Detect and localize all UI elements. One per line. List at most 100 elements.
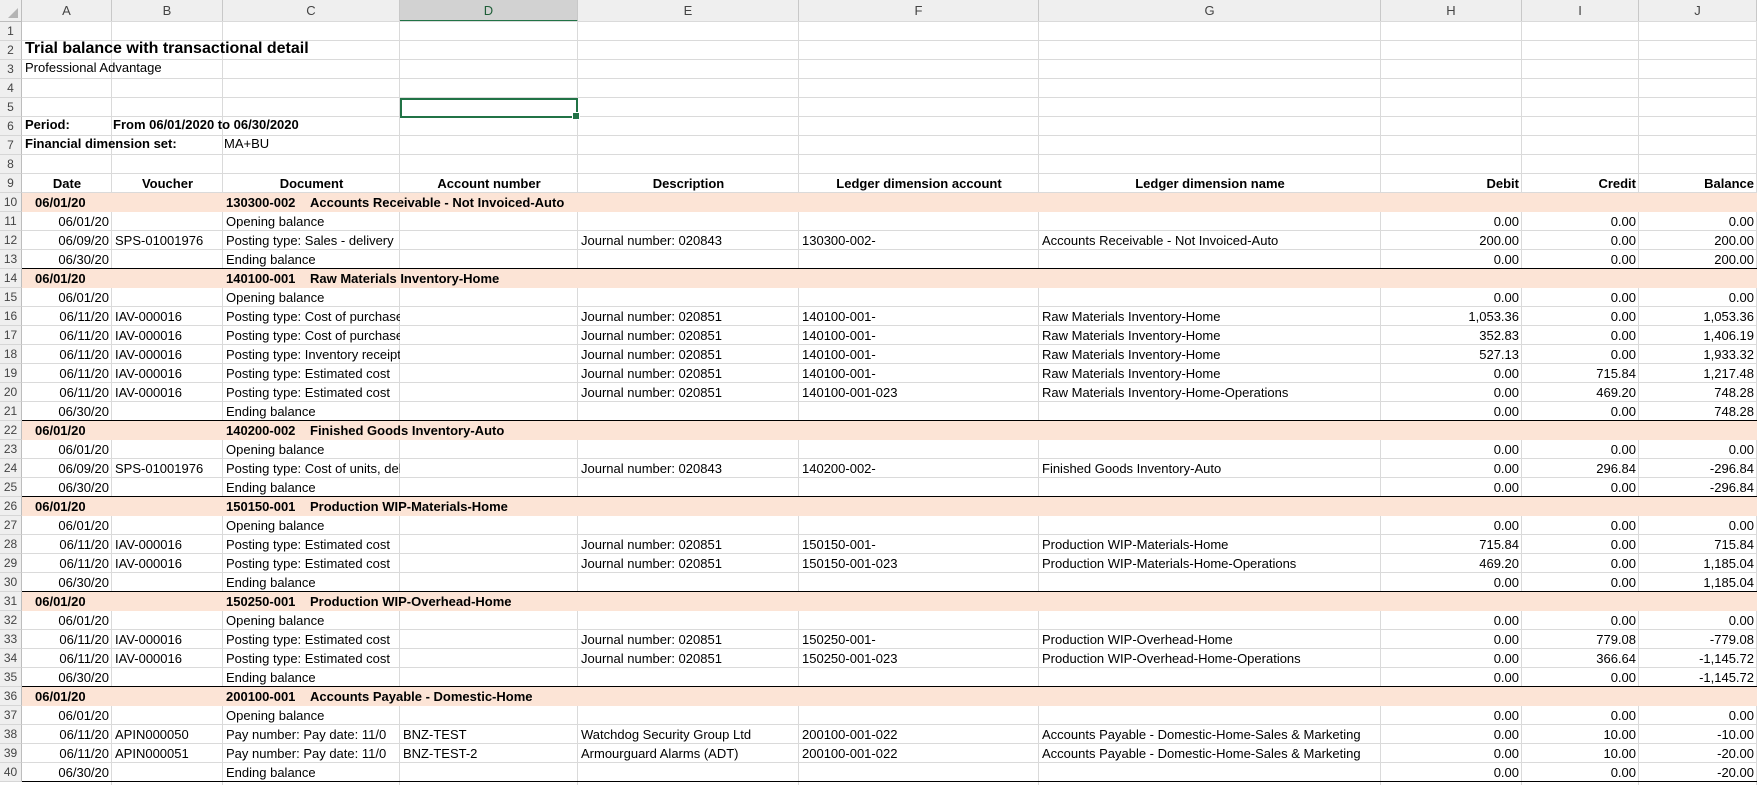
cell-date[interactable]: 06/11/20 [22, 345, 112, 364]
cell-debit[interactable]: 0.00 [1381, 440, 1522, 459]
cell-ledger-name[interactable]: Finished Goods Inventory-Auto [1039, 459, 1381, 478]
cell-date[interactable]: 06/11/20 [22, 744, 112, 763]
cell-date[interactable]: 06/01/20 [22, 516, 112, 535]
cell-ledger-name[interactable]: Accounts Payable - Domestic-Home-Sales &… [1039, 744, 1381, 763]
row-header-30[interactable]: 30 [0, 573, 22, 592]
group-date[interactable]: 06/01/20 [32, 592, 89, 611]
column-title-ledger-dimension-name[interactable]: Ledger dimension name [1039, 174, 1381, 193]
row-header-20[interactable]: 20 [0, 383, 22, 402]
group-account[interactable]: 140200-002 [223, 421, 298, 440]
cell-debit[interactable]: 0.00 [1381, 630, 1522, 649]
column-header-e[interactable]: E [578, 0, 799, 22]
cell-balance[interactable]: 748.28 [1639, 402, 1757, 421]
group-account-name[interactable]: Accounts Receivable - Not Invoiced-Auto [307, 193, 567, 212]
cell-voucher[interactable]: IAV-000016 [112, 554, 223, 573]
group-account[interactable]: 150250-001 [223, 592, 298, 611]
cell-balance[interactable]: 1,185.04 [1639, 573, 1757, 592]
row-header-16[interactable]: 16 [0, 307, 22, 326]
cell-credit[interactable]: 715.84 [1522, 364, 1639, 383]
cell-credit[interactable]: 0.00 [1522, 307, 1639, 326]
row-header-10[interactable]: 10 [0, 193, 22, 212]
cell-balance[interactable]: -296.84 [1639, 459, 1757, 478]
cell-ledger-name[interactable]: Production WIP-Materials-Home-Operations [1039, 554, 1381, 573]
row-header-13[interactable]: 13 [0, 250, 22, 269]
column-title-account-number[interactable]: Account number [400, 174, 578, 193]
row-header-24[interactable]: 24 [0, 459, 22, 478]
cell-credit[interactable]: 0.00 [1522, 250, 1639, 269]
cell-credit[interactable]: 0.00 [1522, 402, 1639, 421]
company-name[interactable]: Professional Advantage [22, 58, 165, 77]
cell-ledger-name[interactable]: Raw Materials Inventory-Home [1039, 307, 1381, 326]
cell-description[interactable]: Journal number: 020851 [578, 554, 799, 573]
cell-description[interactable]: Journal number: 020851 [578, 345, 799, 364]
cell-date[interactable]: 06/30/20 [22, 763, 112, 782]
row-header-6[interactable]: 6 [0, 117, 22, 136]
cell-balance[interactable]: -1,145.72 [1639, 668, 1757, 687]
cell-balance[interactable]: 748.28 [1639, 383, 1757, 402]
cell-debit[interactable]: 352.83 [1381, 326, 1522, 345]
group-date[interactable]: 06/01/20 [32, 497, 89, 516]
cell-ledger-account[interactable]: 150150-001- [799, 535, 1039, 554]
cell-document[interactable]: Opening balance [223, 288, 400, 307]
cell-description[interactable]: Journal number: 020851 [578, 364, 799, 383]
cell-date[interactable]: 06/11/20 [22, 326, 112, 345]
cell-balance[interactable]: 0.00 [1639, 288, 1757, 307]
cell-credit[interactable]: 10.00 [1522, 744, 1639, 763]
cell-debit[interactable]: 0.00 [1381, 725, 1522, 744]
cell-debit[interactable]: 0.00 [1381, 611, 1522, 630]
cell-debit[interactable]: 0.00 [1381, 706, 1522, 725]
cell-ledger-account[interactable]: 140100-001- [799, 345, 1039, 364]
cell-ledger-name[interactable]: Raw Materials Inventory-Home [1039, 326, 1381, 345]
cell-date[interactable]: 06/01/20 [22, 706, 112, 725]
cell-ledger-account[interactable]: 200100-001-022 [799, 725, 1039, 744]
cell-credit[interactable]: 0.00 [1522, 706, 1639, 725]
cell-document[interactable]: Posting type: Estimated cost [223, 535, 400, 554]
cell-credit[interactable]: 0.00 [1522, 326, 1639, 345]
group-account-name[interactable]: Accounts Payable - Domestic-Home [307, 687, 536, 706]
cell-ledger-account[interactable]: 140200-002- [799, 459, 1039, 478]
row-header-12[interactable]: 12 [0, 231, 22, 250]
cell-document[interactable]: Pay number: Pay date: 11/0 [223, 744, 400, 763]
group-account-name[interactable]: Raw Materials Inventory-Home [307, 269, 502, 288]
group-account-name[interactable]: Finished Goods Inventory-Auto [307, 421, 507, 440]
cell-voucher[interactable]: IAV-000016 [112, 326, 223, 345]
cell-debit[interactable]: 0.00 [1381, 649, 1522, 668]
cell-debit[interactable]: 200.00 [1381, 231, 1522, 250]
cell-description[interactable]: Journal number: 020843 [578, 231, 799, 250]
cell-debit[interactable]: 0.00 [1381, 573, 1522, 592]
column-title-voucher[interactable]: Voucher [112, 174, 223, 193]
cell-date[interactable]: 06/01/20 [22, 440, 112, 459]
row-header-35[interactable]: 35 [0, 668, 22, 687]
cell-credit[interactable]: 0.00 [1522, 763, 1639, 782]
group-account[interactable]: 200100-001 [223, 687, 298, 706]
row-header-37[interactable]: 37 [0, 706, 22, 725]
cell-voucher[interactable]: IAV-000016 [112, 364, 223, 383]
row-header-25[interactable]: 25 [0, 478, 22, 497]
cell-ledger-name[interactable]: Accounts Payable - Domestic-Home-Sales &… [1039, 725, 1381, 744]
group-date[interactable]: 06/01/20 [32, 193, 89, 212]
column-header-c[interactable]: C [223, 0, 400, 22]
cell-ledger-account[interactable]: 200100-001-022 [799, 744, 1039, 763]
cell-date[interactable]: 06/09/20 [22, 459, 112, 478]
cell-debit[interactable]: 0.00 [1381, 668, 1522, 687]
cell-ledger-name[interactable]: Production WIP-Overhead-Home-Operations [1039, 649, 1381, 668]
row-header-40[interactable]: 40 [0, 763, 22, 782]
cell-voucher[interactable]: IAV-000016 [112, 383, 223, 402]
cell-date[interactable]: 06/30/20 [22, 402, 112, 421]
group-account[interactable]: 130300-002 [223, 193, 298, 212]
cell-ledger-account[interactable]: 150250-001- [799, 630, 1039, 649]
cell-document[interactable]: Posting type: Estimated cost [223, 649, 400, 668]
group-date[interactable]: 06/01/20 [32, 687, 89, 706]
cell-debit[interactable]: 0.00 [1381, 212, 1522, 231]
column-header-f[interactable]: F [799, 0, 1039, 22]
row-header-2[interactable]: 2 [0, 41, 22, 60]
cell-ledger-name[interactable]: Raw Materials Inventory-Home-Operations [1039, 383, 1381, 402]
cell-credit[interactable]: 296.84 [1522, 459, 1639, 478]
cell-credit[interactable]: 10.00 [1522, 725, 1639, 744]
cell-credit[interactable]: 366.64 [1522, 649, 1639, 668]
cell-document[interactable]: Opening balance [223, 440, 400, 459]
column-title-ledger-dimension-account[interactable]: Ledger dimension account [799, 174, 1039, 193]
row-header-33[interactable]: 33 [0, 630, 22, 649]
cell-date[interactable]: 06/11/20 [22, 725, 112, 744]
cell-date[interactable]: 06/30/20 [22, 668, 112, 687]
